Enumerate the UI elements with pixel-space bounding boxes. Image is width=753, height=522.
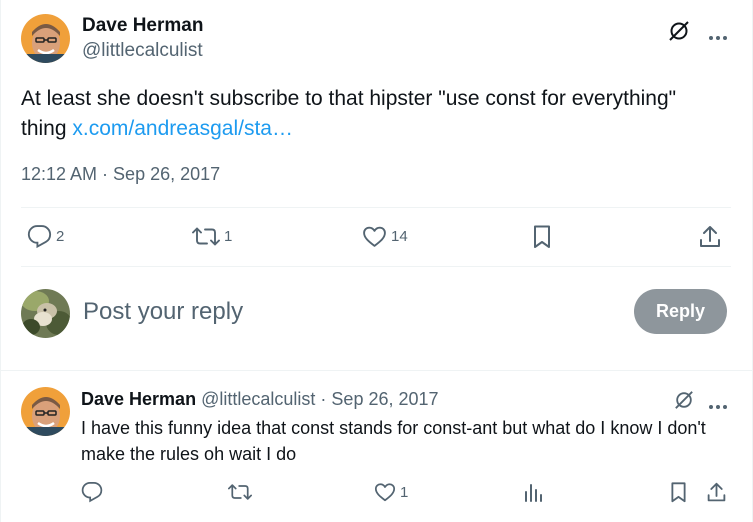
reply-author-name[interactable]: Dave Herman [81, 389, 196, 409]
reply-text: I have this funny idea that const stands… [81, 418, 706, 464]
reply-date[interactable]: Sep 26, 2017 [331, 389, 438, 409]
analytics-icon [523, 481, 543, 503]
reply-like-count: 1 [400, 483, 409, 501]
tweet-timestamp[interactable]: 12:12 AM · Sep 26, 2017 [21, 164, 220, 185]
current-user-avatar[interactable] [21, 289, 70, 338]
reply-button[interactable]: Reply [634, 289, 727, 334]
bookmark-icon [668, 481, 689, 504]
repost-icon [228, 481, 252, 503]
like-action[interactable]: 14 [362, 224, 408, 249]
share-action[interactable] [698, 224, 722, 250]
reply-author-handle[interactable]: @littlecalculist [201, 389, 315, 409]
reply-count: 2 [56, 228, 65, 245]
reply-author-avatar[interactable] [21, 387, 70, 436]
reply-more-options-icon[interactable] [708, 397, 728, 415]
bookmark-icon [530, 224, 554, 250]
more-options-icon[interactable] [708, 28, 728, 46]
heart-icon [362, 224, 387, 249]
repost-count: 1 [224, 228, 233, 245]
reply-repost-action[interactable] [228, 481, 252, 503]
reply-share-action[interactable] [706, 481, 727, 504]
tweet-text: At least she doesn't subscribe to that h… [21, 84, 721, 144]
like-count: 14 [391, 228, 408, 245]
grok-icon[interactable] [668, 20, 690, 47]
divider [21, 207, 731, 208]
reply-action[interactable]: 2 [27, 224, 64, 249]
bookmark-action[interactable] [530, 224, 554, 250]
repost-icon [192, 224, 220, 249]
reply-icon [27, 224, 52, 249]
tweet-link[interactable]: x.com/andreasgal/sta… [72, 117, 293, 140]
divider [0, 370, 753, 371]
share-icon [706, 481, 727, 504]
author-handle[interactable]: @littlecalculist [82, 40, 203, 62]
reply-meta: Dave Herman @littlecalculist · Sep 26, 2… [81, 389, 439, 410]
reply-grok-icon[interactable] [674, 390, 694, 415]
reply-input[interactable]: Post your reply [83, 298, 243, 326]
reply-reply-action[interactable] [81, 481, 103, 503]
divider [21, 266, 731, 267]
meta-separator: · [320, 389, 327, 409]
repost-action[interactable]: 1 [192, 224, 232, 249]
heart-icon [374, 481, 396, 503]
share-icon [698, 224, 722, 250]
author-name[interactable]: Dave Herman [82, 15, 203, 37]
reply-icon [81, 481, 103, 503]
reply-views-action[interactable] [523, 481, 543, 503]
reply-bookmark-action[interactable] [668, 481, 689, 504]
author-avatar[interactable] [21, 14, 70, 63]
reply-like-action[interactable]: 1 [374, 481, 408, 503]
